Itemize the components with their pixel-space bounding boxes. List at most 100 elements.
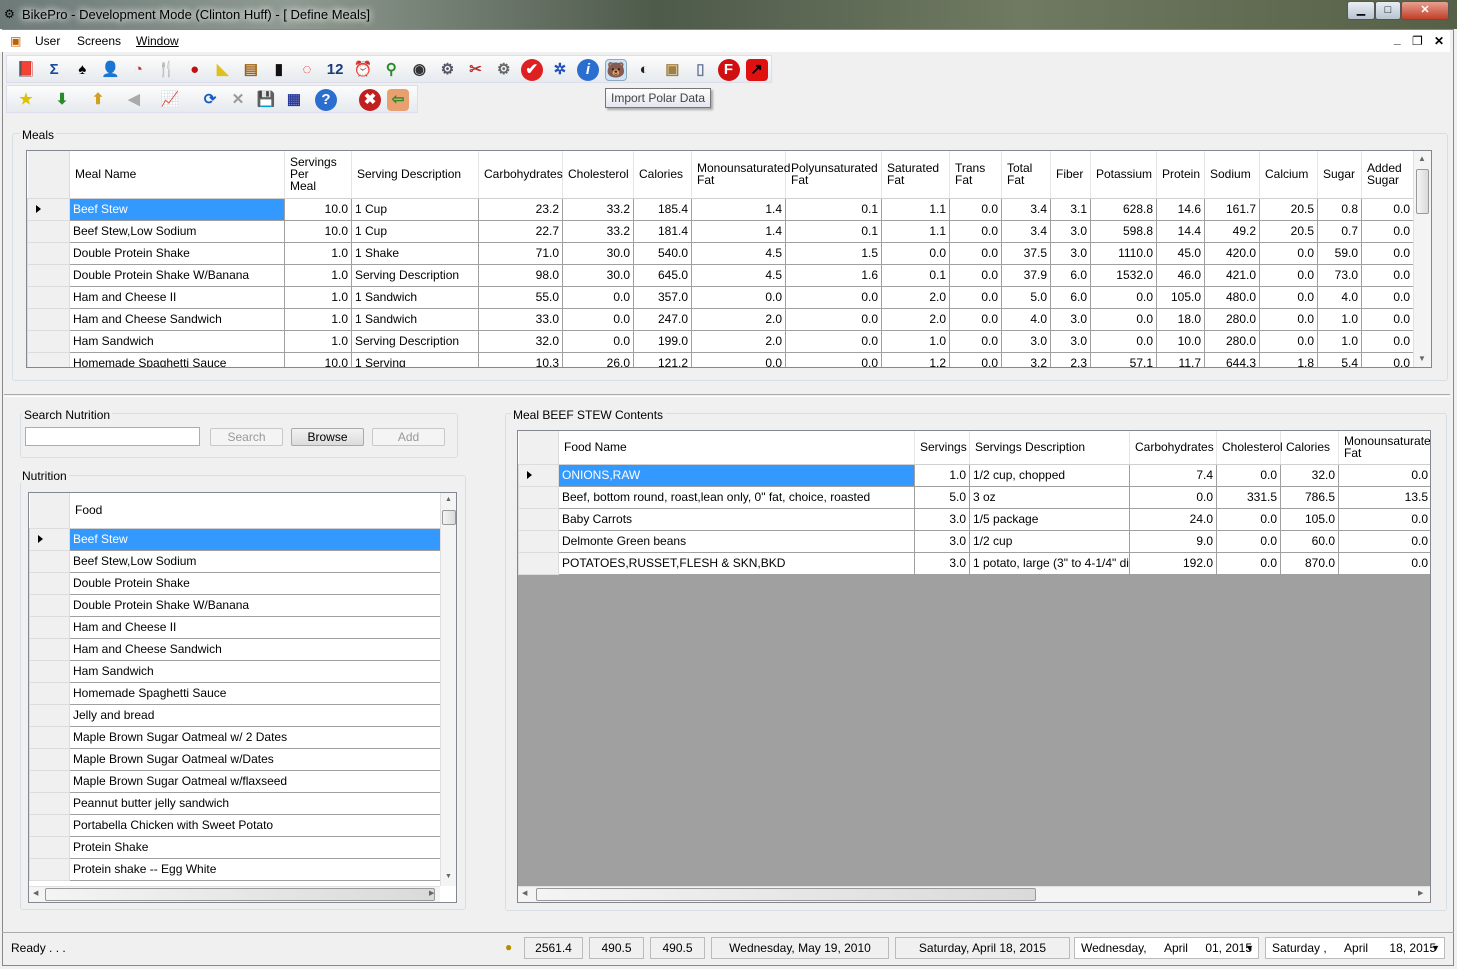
cell[interactable]: 13.5 — [1338, 485, 1430, 509]
cell[interactable]: 1.0 — [284, 329, 352, 353]
cell[interactable]: 0.0 — [1216, 507, 1281, 531]
search-button[interactable]: Search — [210, 428, 283, 446]
cell[interactable]: ONIONS,RAW — [558, 463, 915, 487]
dropdown-arrow-icon[interactable]: ▼ — [1431, 938, 1440, 958]
cell[interactable]: POTATOES,RUSSET,FLESH & SKN,BKD — [558, 551, 915, 575]
table-row[interactable]: Double Protein Shake — [29, 571, 441, 595]
cell[interactable]: Ham and Cheese II — [69, 285, 285, 309]
scroll-down-icon[interactable]: ▼ — [445, 873, 452, 880]
table-row[interactable]: Beef Stew,Low Sodium 10.0 1 Cup 22.7 33.2 181… — [27, 219, 1414, 243]
meals-vscrollbar[interactable]: ▲ ▼ — [1413, 151, 1431, 367]
scroll-right-icon[interactable]: ▶ — [429, 889, 434, 897]
cell[interactable]: 331.5 — [1216, 485, 1281, 509]
row-selector[interactable] — [518, 463, 559, 487]
column-header[interactable]: Servings Per Meal — [284, 151, 352, 199]
cell[interactable]: Maple Brown Sugar Oatmeal w/Dates — [69, 747, 441, 771]
row-selector[interactable] — [27, 263, 70, 287]
cell[interactable]: 2.0 — [691, 307, 786, 331]
cell[interactable]: 0.0 — [1259, 285, 1318, 309]
cell[interactable]: 3.0 — [1050, 241, 1091, 265]
back-icon[interactable]: ◀ — [123, 89, 145, 111]
row-selector[interactable] — [518, 507, 559, 531]
column-header[interactable]: Polyunsaturated Fat — [785, 151, 882, 199]
cell[interactable]: 421.0 — [1204, 263, 1260, 287]
column-header[interactable]: Sodium — [1204, 151, 1260, 199]
table-row[interactable]: Beef Stew — [29, 527, 441, 551]
row-selector[interactable] — [29, 791, 70, 815]
cell[interactable]: 10.0 — [284, 219, 352, 243]
splitter[interactable] — [4, 394, 1450, 397]
scroll-up-icon[interactable]: ▲ — [1418, 154, 1426, 163]
cell[interactable]: 3.1 — [1050, 197, 1091, 221]
cell[interactable]: 33.0 — [478, 307, 563, 331]
cell[interactable]: 1 potato, large (3" to 4-1/4" dia. — [969, 551, 1130, 575]
cell[interactable]: 14.4 — [1156, 219, 1205, 243]
cell[interactable]: 0.0 — [1361, 329, 1414, 353]
column-header[interactable]: Sugar — [1317, 151, 1362, 199]
cell[interactable]: 1.1 — [881, 197, 950, 221]
column-header[interactable]: Meal Name — [69, 151, 285, 199]
phone-icon[interactable]: ▮ — [268, 59, 290, 81]
cell[interactable]: 10.0 — [284, 351, 352, 367]
dogs-icon[interactable]: ◐ — [633, 59, 655, 81]
row-selector[interactable] — [29, 747, 70, 771]
table-row[interactable]: Ham and Cheese II 1.0 1 Sandwich 55.0 0.0 357… — [27, 285, 1414, 309]
cell[interactable]: 0.0 — [1361, 351, 1414, 367]
cell[interactable]: 1.4 — [691, 197, 786, 221]
cell[interactable]: Ham Sandwich — [69, 659, 441, 683]
table-row[interactable]: Maple Brown Sugar Oatmeal w/Dates — [29, 747, 441, 771]
cell[interactable]: 5.0 — [1001, 285, 1051, 309]
cell[interactable]: Maple Brown Sugar Oatmeal w/flaxseed — [69, 769, 441, 793]
cell[interactable]: 0.0 — [1259, 329, 1318, 353]
cell[interactable]: 540.0 — [633, 241, 692, 265]
cell[interactable]: 10.3 — [478, 351, 563, 367]
cell[interactable]: 0.0 — [881, 241, 950, 265]
cell[interactable]: 0.0 — [1338, 551, 1430, 575]
cell[interactable]: 1 Sandwich — [351, 307, 479, 331]
table-row[interactable]: Protein shake -- Egg White — [29, 857, 441, 881]
cell[interactable]: 0.1 — [785, 219, 882, 243]
cell[interactable]: 181.4 — [633, 219, 692, 243]
row-selector[interactable] — [27, 197, 70, 221]
row-selector[interactable] — [27, 307, 70, 331]
cell[interactable]: 1.0 — [1317, 329, 1362, 353]
table-row[interactable]: Delmonte Green beans 3.0 1/2 cup 9.0 0.0 60.0… — [518, 529, 1430, 553]
cell[interactable]: 10.0 — [1156, 329, 1205, 353]
cell[interactable]: 0.1 — [881, 263, 950, 287]
contents-hscrollbar[interactable]: ◀ ▶ — [518, 886, 1430, 902]
table-row[interactable]: Maple Brown Sugar Oatmeal w/ 2 Dates — [29, 725, 441, 749]
cell[interactable]: 3.4 — [1001, 219, 1051, 243]
cell[interactable]: 0.0 — [1361, 219, 1414, 243]
cell[interactable]: Ham and Cheese Sandwich — [69, 637, 441, 661]
column-header[interactable]: Fiber — [1050, 151, 1091, 199]
cell[interactable]: 357.0 — [633, 285, 692, 309]
cell[interactable]: 6.0 — [1050, 285, 1091, 309]
cell[interactable]: 0.0 — [1090, 285, 1157, 309]
scroll-up-icon[interactable]: ▲ — [445, 496, 452, 503]
cell[interactable]: 2.0 — [881, 307, 950, 331]
row-selector[interactable] — [29, 681, 70, 705]
cell[interactable]: Maple Brown Sugar Oatmeal w/ 2 Dates — [69, 725, 441, 749]
menu-window[interactable]: Window — [136, 34, 179, 48]
cell[interactable]: 3.2 — [1001, 351, 1051, 367]
cell[interactable]: Jelly and bread — [69, 703, 441, 727]
table-row[interactable]: Double Protein Shake W/Banana — [29, 593, 441, 617]
cell[interactable]: Ham and Cheese Sandwich — [69, 307, 285, 331]
cell[interactable]: 0.0 — [1338, 507, 1430, 531]
column-header[interactable]: Carbohydrates — [478, 151, 563, 199]
cell[interactable]: Homemade Spaghetti Sauce — [69, 351, 285, 367]
cell[interactable]: Beef, bottom round, roast,lean only, 0" … — [558, 485, 915, 509]
upload-icon[interactable]: ⬆ — [87, 89, 109, 111]
cell[interactable]: 1110.0 — [1090, 241, 1157, 265]
scroll-thumb[interactable] — [442, 510, 456, 525]
cell[interactable]: 0.0 — [785, 285, 882, 309]
table-row[interactable]: Baby Carrots 3.0 1/5 package 24.0 0.0 105.0 0.… — [518, 507, 1430, 531]
cell[interactable]: 1.0 — [914, 463, 970, 487]
cell[interactable]: 420.0 — [1204, 241, 1260, 265]
row-selector[interactable] — [29, 527, 70, 551]
cell[interactable]: 598.8 — [1090, 219, 1157, 243]
table-row[interactable]: Ham and Cheese Sandwich — [29, 637, 441, 661]
row-selector[interactable] — [518, 485, 559, 509]
cell[interactable]: Beef Stew,Low Sodium — [69, 549, 441, 573]
start-date-picker[interactable]: Wednesday, April 01, 2015 ▼ — [1074, 937, 1259, 959]
